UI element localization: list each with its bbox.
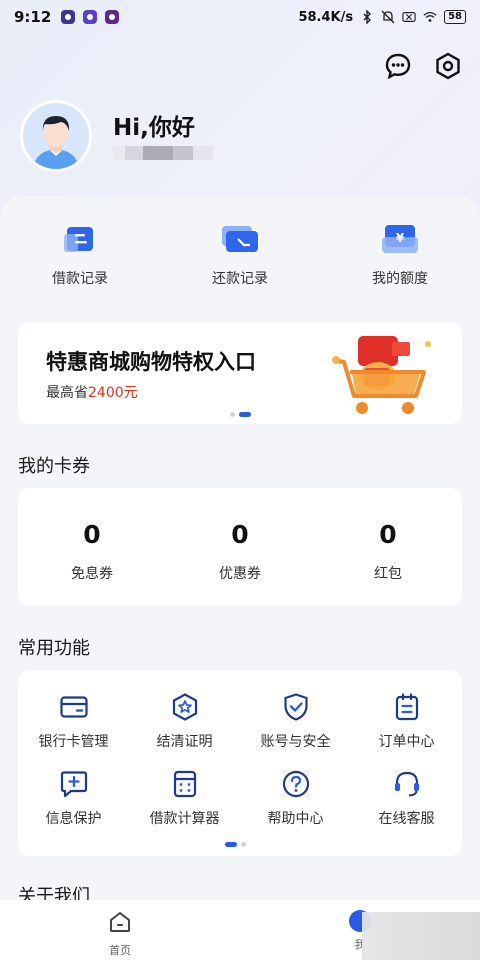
coupon-label: 优惠券 (219, 566, 261, 582)
function-label: 帮助中心 (267, 811, 324, 827)
obscured-region (362, 912, 480, 960)
message-plus-icon (59, 769, 89, 799)
coupon-label: 红包 (374, 566, 402, 582)
functions-pagination (225, 842, 246, 847)
promo-banner[interactable]: 特惠商城购物特权入口 最高省2400元 (18, 322, 462, 424)
function-label: 订单中心 (378, 734, 435, 750)
sim-off-icon (402, 10, 416, 24)
coupon-interest-free[interactable]: 0 免息券 (18, 488, 166, 606)
function-info-protection[interactable]: 信息保护 (18, 769, 129, 828)
tab-home[interactable]: 首页 (0, 900, 240, 960)
shield-check-icon (281, 692, 311, 722)
function-label: 信息保护 (45, 811, 102, 827)
credit-limit-icon: ¥ (380, 222, 420, 256)
quick-action-label: 借款记录 (52, 271, 108, 287)
help-question-icon (281, 769, 311, 799)
masked-phone-number (113, 146, 213, 160)
status-bar: 9:12 58.4K/s 58 (0, 0, 480, 34)
coupons-card: 0 免息券 0 优惠券 0 红包 (18, 488, 462, 606)
coupon-count: 0 (379, 520, 397, 549)
banner-subtitle-amount: 2400元 (88, 385, 138, 401)
certificate-badge-icon (170, 692, 200, 722)
function-bank-card[interactable]: 银行卡管理 (18, 692, 129, 751)
greeting-text: Hi,你好 (113, 115, 195, 141)
hexagon-settings-icon[interactable] (434, 52, 462, 80)
notification-app-icon (61, 10, 76, 24)
banner-subtitle-prefix: 最高省 (46, 385, 88, 401)
banner-title: 特惠商城购物特权入口 (46, 350, 256, 374)
repay-record-icon (220, 222, 260, 256)
bank-card-icon (59, 692, 89, 722)
headset-icon (392, 769, 422, 799)
order-clipboard-icon (392, 692, 422, 722)
status-time: 9:12 (14, 8, 52, 26)
tab-home-label: 首页 (109, 944, 131, 957)
bluetooth-icon (360, 10, 374, 24)
notification-app-icon (105, 10, 120, 24)
shopping-cart-illustration (328, 332, 438, 420)
coupon-label: 免息券 (71, 566, 113, 582)
notification-app-icon (83, 10, 98, 24)
quick-action-credit-limit[interactable]: ¥ 我的额度 (320, 222, 480, 288)
function-settlement-certificate[interactable]: 结清证明 (129, 692, 240, 751)
quick-action-label: 我的额度 (372, 271, 428, 287)
avatar[interactable] (20, 100, 92, 172)
function-help-center[interactable]: 帮助中心 (240, 769, 351, 828)
function-order-center[interactable]: 订单中心 (351, 692, 462, 751)
function-label: 在线客服 (378, 811, 435, 827)
function-account-security[interactable]: 账号与安全 (240, 692, 351, 751)
coupon-red-packet[interactable]: 0 红包 (314, 488, 462, 606)
mute-bell-icon (381, 10, 395, 24)
quick-action-label: 还款记录 (212, 271, 268, 287)
function-label: 银行卡管理 (38, 734, 109, 750)
calculator-icon (170, 769, 200, 799)
function-online-support[interactable]: 在线客服 (351, 769, 462, 828)
quick-action-loan-record[interactable]: 借款记录 (0, 222, 160, 288)
coupon-discount[interactable]: 0 优惠券 (166, 488, 314, 606)
banner-subtitle: 最高省2400元 (46, 382, 138, 402)
coupons-section-title: 我的卡券 (18, 456, 90, 477)
function-label: 账号与安全 (260, 734, 331, 750)
loan-record-icon (60, 222, 100, 256)
pagination-dot[interactable] (241, 842, 246, 847)
quick-action-repay-record[interactable]: 还款记录 (160, 222, 320, 288)
quick-actions: 借款记录 还款记录 ¥ 我的额度 (0, 222, 480, 288)
battery-indicator: 58 (444, 10, 466, 24)
function-label: 借款计算器 (149, 811, 220, 827)
header-actions (384, 52, 462, 80)
pagination-dot-active[interactable] (239, 412, 251, 417)
banner-pagination (230, 412, 251, 417)
svg-text:¥: ¥ (396, 231, 405, 245)
chat-bubble-icon[interactable] (384, 52, 412, 80)
function-loan-calculator[interactable]: 借款计算器 (129, 769, 240, 828)
home-icon (108, 910, 132, 938)
function-label: 结清证明 (156, 734, 213, 750)
functions-grid: 银行卡管理 结清证明 账号与安全 订单中心 信息保护 借款计算器 帮助中心 在线… (18, 692, 462, 828)
pagination-dot-active[interactable] (225, 842, 237, 847)
coupon-count: 0 (83, 520, 101, 549)
network-speed: 58.4K/s (298, 9, 354, 25)
wifi-icon (423, 10, 437, 24)
functions-card: 银行卡管理 结清证明 账号与安全 订单中心 信息保护 借款计算器 帮助中心 在线… (18, 670, 462, 856)
functions-section-title: 常用功能 (18, 638, 90, 659)
pagination-dot[interactable] (230, 412, 235, 417)
coupon-count: 0 (231, 520, 249, 549)
